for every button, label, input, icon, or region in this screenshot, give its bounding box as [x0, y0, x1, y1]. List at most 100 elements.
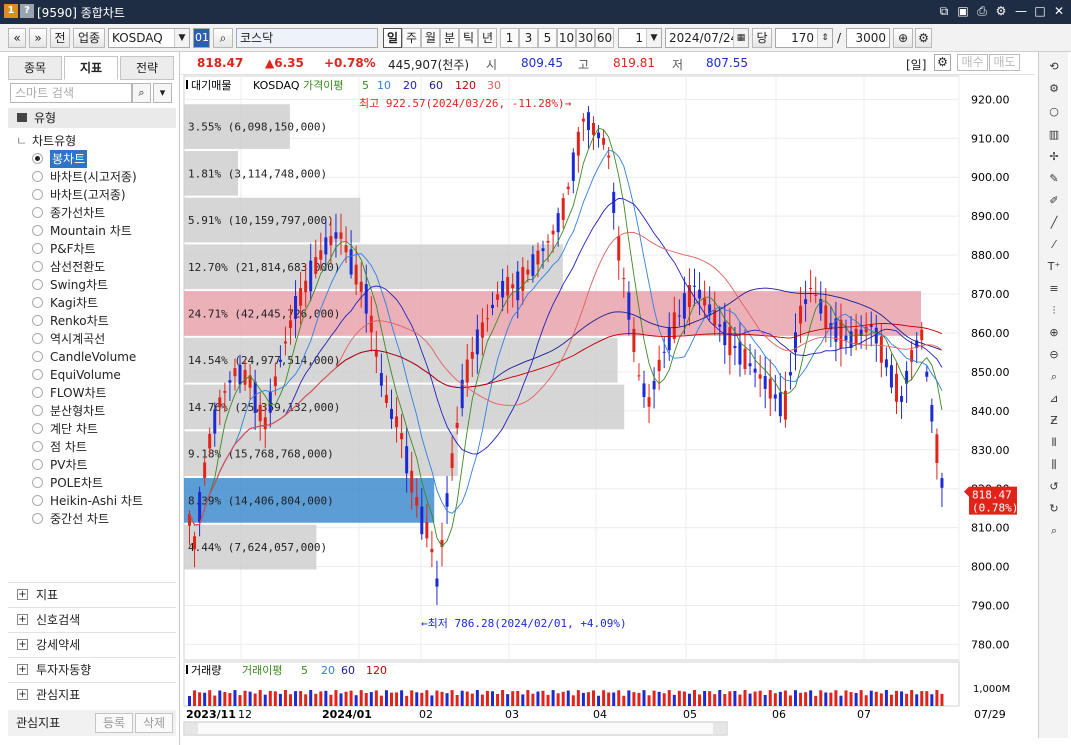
chart-area[interactable]: 818.47 ▲6.35 +0.78% 445,907(천주) 시 809.45… — [181, 52, 1035, 745]
print-icon[interactable]: ⎙ — [974, 3, 990, 19]
plus-icon[interactable]: + — [17, 614, 28, 625]
radio-icon[interactable] — [32, 513, 43, 524]
code-box[interactable]: 01 — [193, 28, 210, 48]
scroll-left-icon[interactable] — [185, 723, 198, 734]
period-tick[interactable]: 틱 — [459, 28, 478, 48]
section-item[interactable]: + 관심지표 — [8, 682, 176, 706]
candlestick-chart[interactable]: 920.00 910.00 900.00 890.00 880.00 870.00 860.… — [181, 52, 1035, 745]
tab-strategy[interactable]: 전략 — [120, 56, 174, 80]
nav-down-button[interactable]: » — [29, 28, 47, 48]
period-year[interactable]: 년 — [478, 28, 497, 48]
radio-icon[interactable] — [32, 297, 43, 308]
radio-icon[interactable] — [32, 189, 43, 200]
circle-icon[interactable]: ○ — [1045, 103, 1063, 121]
type-header[interactable]: 유형 — [8, 108, 176, 128]
plus-icon[interactable]: + — [17, 664, 28, 675]
calendar-icon[interactable]: ▦ — [733, 29, 748, 47]
period-week[interactable]: 주 — [402, 28, 421, 48]
zoom-in-icon[interactable]: ⊕ — [1045, 324, 1063, 342]
radio-icon[interactable] — [32, 207, 43, 218]
interval-10[interactable]: 10 — [557, 28, 576, 48]
period-month[interactable]: 월 — [421, 28, 440, 48]
radio-icon[interactable] — [32, 351, 43, 362]
radio-icon[interactable] — [32, 333, 43, 344]
radio-icon[interactable] — [32, 225, 43, 236]
total-field[interactable]: 3000 — [846, 28, 890, 48]
radio-icon[interactable] — [32, 387, 43, 398]
settings-icon[interactable]: ⚙ — [915, 28, 932, 48]
delete-button[interactable]: 삭제 — [135, 713, 173, 733]
candle-icon[interactable]: ⫶ — [1045, 302, 1063, 320]
zoom-icon[interactable]: ⊕ — [893, 28, 913, 48]
radio-icon[interactable] — [32, 261, 43, 272]
section-item[interactable]: + 강세약세 — [8, 632, 176, 656]
auto-icon[interactable]: ⁄ — [1045, 236, 1063, 254]
search-icon[interactable]: ⌕ — [132, 83, 151, 103]
horizontal-scrollbar[interactable] — [183, 721, 728, 736]
bars-icon[interactable]: ⫴ — [1045, 434, 1063, 452]
tab-item[interactable]: 종목 — [8, 56, 62, 80]
help-icon[interactable]: ? — [20, 4, 34, 18]
search-icon[interactable]: ⌕ — [1045, 522, 1063, 540]
section-item[interactable]: + 지표 — [8, 582, 176, 606]
spin-icon[interactable]: ⇕ — [817, 29, 832, 47]
save-icon[interactable]: ▣ — [955, 3, 971, 19]
radio-icon[interactable] — [32, 405, 43, 416]
interval-5[interactable]: 5 — [538, 28, 557, 48]
plus-icon[interactable]: + — [17, 589, 28, 600]
radio-icon[interactable] — [32, 171, 43, 182]
radio-icon[interactable] — [32, 495, 43, 506]
radio-icon[interactable] — [32, 315, 43, 326]
interval-30[interactable]: 30 — [576, 28, 595, 48]
period-day[interactable]: 일 — [383, 28, 402, 48]
measure-icon[interactable]: ⊿ — [1045, 390, 1063, 408]
dang-button[interactable]: 당 — [752, 28, 772, 48]
section-item[interactable]: + 신호검색 — [8, 607, 176, 631]
plus-icon[interactable]: + — [17, 689, 28, 700]
smart-search-input[interactable]: 스마트 검색 — [10, 83, 132, 103]
search-icon[interactable]: ⌕ — [213, 28, 233, 48]
chevron-down-icon[interactable]: ▼ — [646, 29, 661, 47]
pencil-icon[interactable]: ✐ — [1045, 192, 1063, 210]
refresh-icon[interactable]: ⟲ — [1045, 58, 1063, 76]
text-icon[interactable]: T⁺ — [1045, 258, 1063, 276]
close-icon[interactable]: ✕ — [1051, 3, 1067, 19]
zigzag-icon[interactable]: Ƶ — [1045, 412, 1063, 430]
undo-icon[interactable]: ↺ — [1045, 478, 1063, 496]
period-minute[interactable]: 분 — [440, 28, 459, 48]
radio-icon[interactable] — [32, 477, 43, 488]
link-icon[interactable]: ⧉ — [936, 3, 952, 19]
interval-select[interactable]: 1 ▼ — [618, 28, 662, 48]
chevron-down-icon[interactable]: ▼ — [174, 29, 189, 47]
gear-icon[interactable]: ⚙ — [1045, 80, 1063, 98]
zoom-out-icon[interactable]: ⊖ — [1045, 346, 1063, 364]
settings-icon[interactable]: ⚙ — [993, 3, 1009, 19]
radio-icon[interactable] — [32, 423, 43, 434]
cross-icon[interactable]: ✢ — [1045, 148, 1063, 166]
interval-60[interactable]: 60 — [595, 28, 614, 48]
stock-name-field[interactable]: 코스닥 — [236, 28, 378, 48]
register-button[interactable]: 등록 — [95, 713, 133, 733]
all-icon[interactable]: ≡ — [1045, 280, 1063, 298]
redo-icon[interactable]: ↻ — [1045, 500, 1063, 518]
maximize-icon[interactable]: □ — [1032, 3, 1048, 19]
radio-icon[interactable] — [32, 279, 43, 290]
section-item[interactable]: + 투자자동향 — [8, 657, 176, 681]
plus-icon[interactable]: + — [17, 639, 28, 650]
nav-prev-button[interactable]: « — [8, 28, 26, 48]
magnify-icon[interactable]: ⌕ — [1045, 368, 1063, 386]
minimize-icon[interactable]: — — [1013, 3, 1029, 19]
chart-icon[interactable]: ▥ — [1045, 126, 1063, 144]
filter-icon[interactable]: ▾ — [153, 83, 172, 103]
bars-icon[interactable]: ⫼ — [1045, 456, 1063, 474]
interval-3[interactable]: 3 — [519, 28, 538, 48]
tab-indicator[interactable]: 지표 — [64, 56, 118, 80]
date-field[interactable]: 2024/07/24 ▦ — [665, 28, 749, 48]
scroll-right-icon[interactable] — [713, 723, 726, 734]
pencil-icon[interactable]: ✎ — [1045, 170, 1063, 188]
line-icon[interactable]: ╱ — [1045, 214, 1063, 232]
radio-icon[interactable] — [32, 369, 43, 380]
radio-icon[interactable] — [32, 441, 43, 452]
jeon-button[interactable]: 전 — [50, 28, 70, 48]
interval-1[interactable]: 1 — [500, 28, 519, 48]
